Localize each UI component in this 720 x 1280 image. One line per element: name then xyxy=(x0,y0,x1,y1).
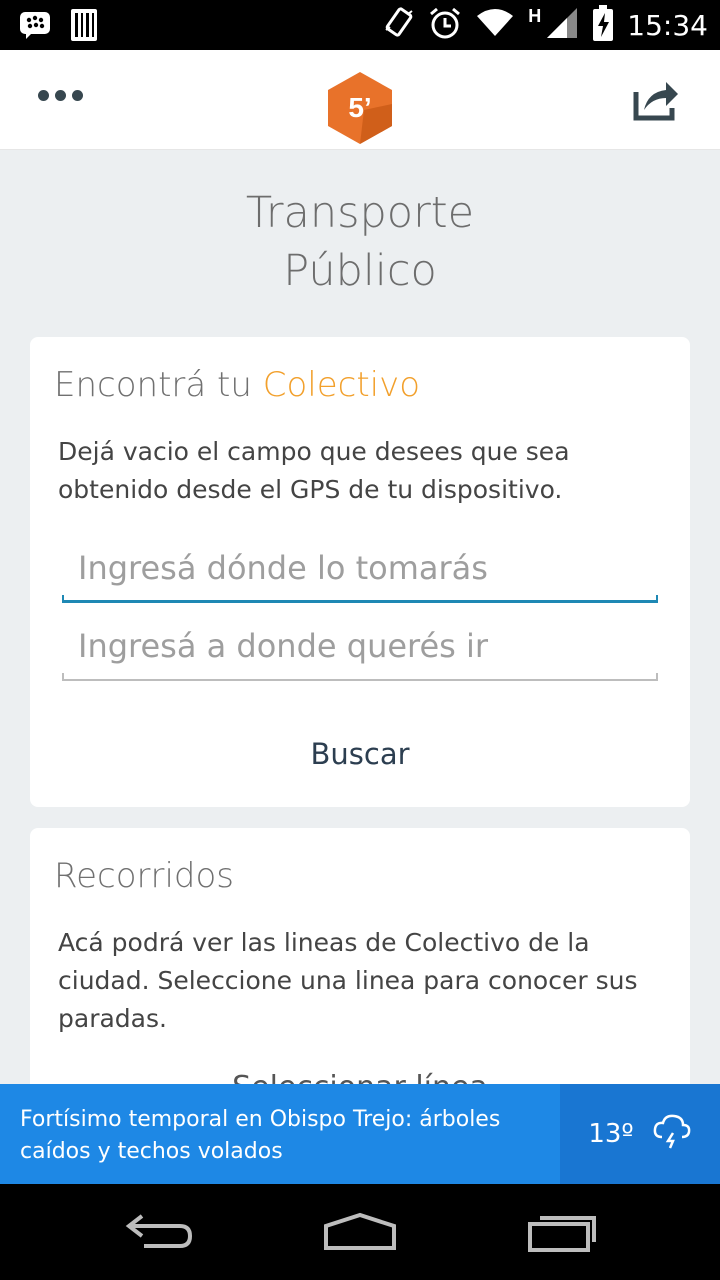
page-title-line1: Transporte xyxy=(245,188,475,238)
battery-charging-icon xyxy=(593,4,614,46)
search-card-description: Dejá vacio el campo que desees que sea o… xyxy=(58,437,570,504)
app-bar: 5’ xyxy=(0,50,720,150)
news-banner[interactable]: Fortísimo temporal en Obispo Trejo: árbo… xyxy=(0,1084,720,1184)
destination-input[interactable] xyxy=(62,615,658,677)
search-button[interactable]: Buscar xyxy=(30,737,690,771)
share-icon[interactable] xyxy=(632,78,682,122)
status-bar: H 15:34 xyxy=(0,0,720,50)
page-title-line2: Público xyxy=(283,246,437,296)
origin-input[interactable] xyxy=(62,537,658,599)
barcode-icon xyxy=(70,8,98,47)
blackberry-messenger-icon xyxy=(18,10,52,45)
search-card-heading-accent: Colectivo xyxy=(262,365,421,405)
origin-field[interactable] xyxy=(62,537,658,603)
temperature: 13º xyxy=(588,1119,634,1149)
more-dots-icon[interactable] xyxy=(38,90,83,101)
search-card: Encontrá tu Colectivo Dejá vacio el camp… xyxy=(30,337,690,807)
destination-field[interactable] xyxy=(62,615,658,681)
search-card-heading: Encontrá tu Colectivo xyxy=(54,365,420,405)
network-type-label: H xyxy=(528,6,542,26)
vibrate-icon xyxy=(384,6,414,45)
routes-card-heading: Recorridos xyxy=(54,856,235,896)
navigation-bar xyxy=(0,1184,720,1280)
svg-text:5’: 5’ xyxy=(348,92,371,123)
search-card-heading-prefix: Encontrá tu xyxy=(54,365,252,405)
alarm-icon xyxy=(428,6,462,45)
news-headline[interactable]: Fortísimo temporal en Obispo Trejo: árbo… xyxy=(0,1084,560,1184)
routes-card-description: Acá podrá ver las lineas de Colectivo de… xyxy=(58,928,638,1033)
page-title: Transporte Público xyxy=(0,184,720,300)
recents-icon[interactable] xyxy=(526,1210,598,1259)
home-icon[interactable] xyxy=(322,1212,398,1257)
origin-underline xyxy=(62,595,658,603)
weather-widget[interactable]: 13º xyxy=(560,1084,720,1184)
clock: 15:34 xyxy=(627,8,708,42)
wifi-icon xyxy=(476,8,514,43)
routes-card: Recorridos Acá podrá ver las lineas de C… xyxy=(30,828,690,1128)
signal-icon xyxy=(545,6,579,45)
back-icon[interactable] xyxy=(124,1210,194,1255)
storm-cloud-icon xyxy=(652,1113,692,1156)
app-logo: 5’ xyxy=(324,70,396,146)
destination-underline xyxy=(62,673,658,681)
